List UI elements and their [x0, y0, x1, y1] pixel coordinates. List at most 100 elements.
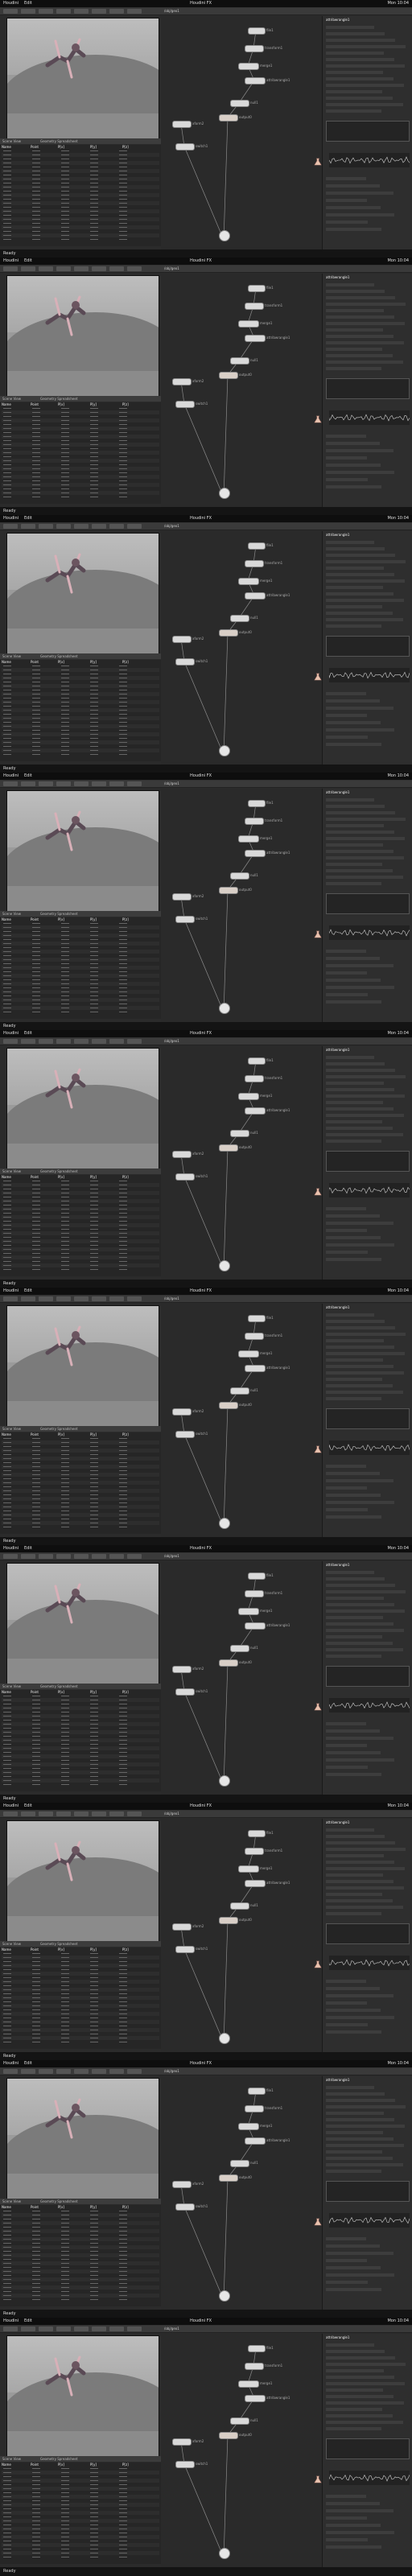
parameter-row[interactable] [326, 856, 404, 859]
parameter-row[interactable] [326, 831, 394, 834]
toolbar-button[interactable] [74, 1811, 89, 1816]
menu-item[interactable]: Edit [24, 1803, 32, 1808]
geometry-spreadsheet[interactable]: Name Point P[x] P[y] P[z] [0, 2205, 161, 2306]
parameter-row[interactable] [326, 2001, 367, 2005]
toolbar-button[interactable] [109, 1296, 124, 1301]
graph-node[interactable]: merge1 [238, 2380, 272, 2388]
geometry-spreadsheet[interactable]: Name Point P[x] P[y] P[z] [0, 660, 161, 761]
parameter-row[interactable] [326, 1828, 374, 1832]
toolbar-button[interactable] [21, 9, 35, 14]
parameter-row[interactable] [326, 1339, 384, 1342]
graph-node[interactable]: switch1 [175, 1688, 208, 1696]
parameter-row[interactable] [326, 1609, 405, 1613]
toolbar-button[interactable] [74, 524, 89, 529]
geometry-spreadsheet[interactable]: Name Point P[x] P[y] P[z] [0, 917, 161, 1019]
parameter-row[interactable] [326, 2125, 405, 2128]
toolbar-button[interactable] [127, 9, 142, 14]
graph-node[interactable]: switch1 [175, 658, 208, 666]
parameter-row[interactable] [326, 2170, 381, 2173]
parameter-row[interactable] [326, 818, 406, 821]
parameter-row[interactable] [326, 986, 394, 989]
toolbar-button[interactable] [127, 1811, 142, 1816]
graph-node[interactable]: null1 [230, 2160, 258, 2167]
table-row[interactable] [2, 2298, 159, 2302]
parameter-row[interactable] [326, 109, 381, 113]
geometry-spreadsheet[interactable]: Name Point P[x] P[y] P[z] [0, 1432, 161, 1534]
toolbar-button[interactable] [21, 2069, 35, 2074]
parameter-row[interactable] [326, 2408, 382, 2411]
flask-icon[interactable] [314, 1960, 322, 1968]
graph-node[interactable]: attribwrangle1 [245, 1622, 290, 1630]
parameter-row[interactable] [326, 1069, 395, 1072]
toolbar-button[interactable] [92, 1811, 106, 1816]
output-node[interactable] [219, 488, 230, 499]
parameter-row[interactable] [326, 612, 393, 615]
parameter-row[interactable] [326, 1848, 406, 1851]
parameter-row[interactable] [326, 1346, 394, 1349]
graph-node[interactable]: xform2 [172, 121, 204, 128]
graph-node[interactable]: file1 [248, 1830, 274, 1837]
network-editor[interactable]: file1 transform1 merge1 attribwrangle1 null1… [161, 274, 322, 507]
geometry-spreadsheet[interactable]: Name Point P[x] P[y] P[z] [0, 2463, 161, 2564]
parameter-row[interactable] [326, 837, 405, 840]
parameter-row[interactable] [326, 1501, 394, 1504]
parameter-row[interactable] [326, 1243, 394, 1247]
parameter-row[interactable] [326, 64, 405, 68]
parameter-row[interactable] [326, 1140, 381, 1143]
toolbar-button[interactable] [3, 524, 18, 529]
parameter-row[interactable] [326, 367, 381, 370]
parameter-row[interactable] [326, 2350, 385, 2353]
graph-node[interactable]: switch1 [175, 1173, 208, 1181]
parameter-row[interactable] [326, 1629, 404, 1632]
parameter-row[interactable] [326, 1365, 393, 1368]
parameter-row[interactable] [326, 1987, 380, 1990]
parameter-row[interactable] [326, 228, 381, 231]
parameter-row[interactable] [326, 2252, 393, 2255]
parameter-row[interactable] [326, 1729, 380, 1733]
parameter-row[interactable] [326, 361, 403, 364]
toolbar-button[interactable] [21, 2327, 35, 2331]
table-row[interactable] [2, 2555, 159, 2559]
geometry-spreadsheet[interactable]: Name Point P[x] P[y] P[z] [0, 1690, 161, 1791]
graph-node[interactable]: transform1 [245, 1590, 282, 1597]
parameter-row[interactable] [326, 2009, 381, 2012]
parameter-row[interactable] [326, 290, 385, 293]
network-editor[interactable]: file1 transform1 merge1 attribwrangle1 null1… [161, 1046, 322, 1280]
parameter-row[interactable] [326, 464, 381, 467]
geometry-spreadsheet[interactable]: Name Point P[x] P[y] P[z] [0, 1175, 161, 1276]
parameter-row[interactable] [326, 699, 380, 703]
parameter-row[interactable] [326, 1648, 403, 1651]
graph-node[interactable]: null1 [230, 357, 258, 365]
parameter-row[interactable] [326, 1906, 403, 1909]
parameter-row[interactable] [326, 1597, 384, 1600]
parameter-row[interactable] [326, 541, 374, 544]
toolbar-button[interactable] [3, 266, 18, 271]
menu-item[interactable]: Edit [24, 2061, 32, 2066]
table-row[interactable] [2, 752, 159, 756]
parameter-row[interactable] [326, 1333, 406, 1336]
parameter-row[interactable] [326, 1590, 406, 1593]
flask-icon[interactable] [314, 2218, 322, 2226]
parameter-row[interactable] [326, 77, 393, 80]
output-node[interactable] [219, 2548, 230, 2559]
toolbar-button[interactable] [74, 781, 89, 786]
parameter-row[interactable] [326, 45, 406, 48]
output-node[interactable] [219, 1003, 230, 1014]
graph-node[interactable]: attribwrangle1 [245, 77, 290, 84]
parameter-row[interactable] [326, 58, 394, 61]
tab-scene-view[interactable]: Scene View [2, 397, 21, 401]
parameter-row[interactable] [326, 1062, 385, 1065]
graph-node[interactable]: null1 [230, 1130, 258, 1137]
parameter-row[interactable] [326, 692, 366, 695]
scene-viewport[interactable] [6, 1820, 159, 1943]
parameter-row[interactable] [326, 1912, 381, 1915]
parameter-row[interactable] [326, 554, 395, 557]
graph-node[interactable]: xform2 [172, 1923, 204, 1931]
toolbar-button[interactable] [39, 524, 53, 529]
parameter-row[interactable] [326, 103, 403, 106]
parameter-row[interactable] [326, 1251, 368, 1254]
parameter-row[interactable] [326, 2099, 395, 2102]
parameter-row[interactable] [326, 32, 385, 35]
vex-code-field[interactable] [326, 1923, 410, 1944]
table-row[interactable] [2, 1010, 159, 1014]
